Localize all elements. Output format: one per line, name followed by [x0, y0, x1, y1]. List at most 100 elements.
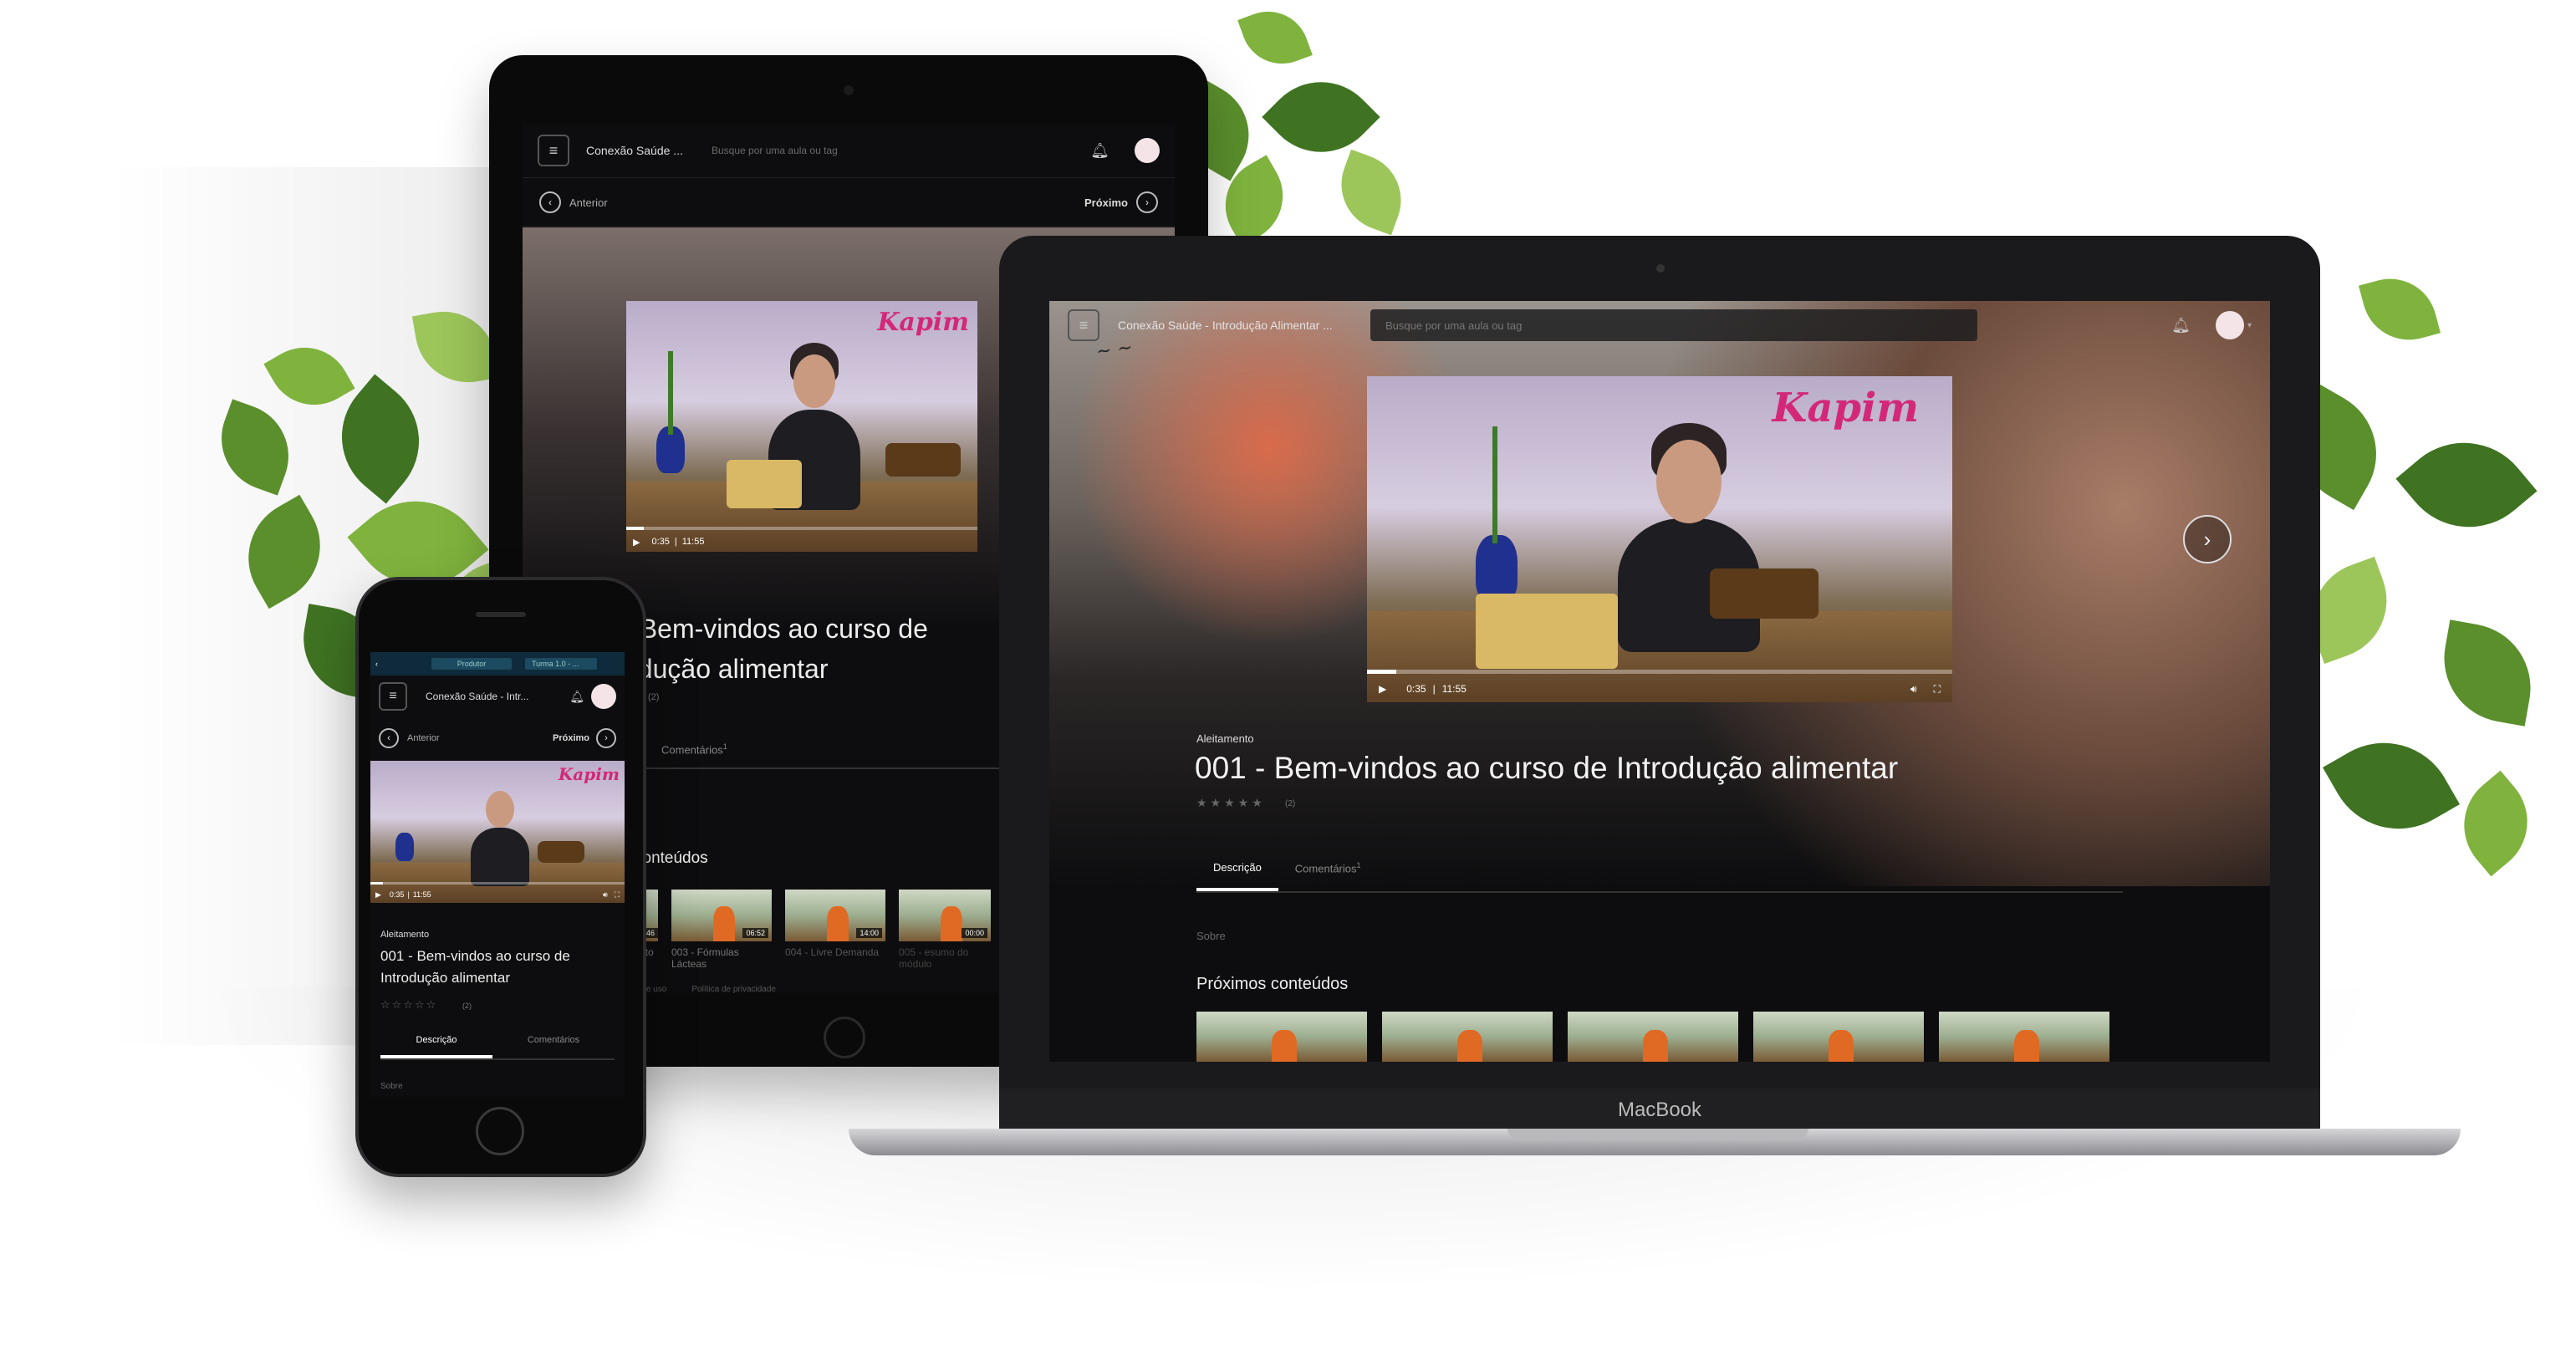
tablet-footer: o de uso Política de privacidade	[635, 985, 776, 993]
video-player[interactable]: Kapim ▶ 0:35 | 11:55 🔊︎ ⛶	[370, 761, 625, 903]
video-progress[interactable]	[370, 882, 625, 885]
about-label: Sobre	[1196, 930, 1226, 942]
fullscreen-icon[interactable]: ⛶	[615, 890, 620, 900]
laptop-brand-label: MacBook	[1617, 1099, 1702, 1121]
next-icon[interactable]: ›	[1136, 191, 1158, 213]
tab-comments-count: 1	[1356, 861, 1361, 869]
thumb-duration: 06:52	[742, 928, 768, 938]
next-thumb[interactable]	[1939, 1012, 2109, 1062]
tab-comments[interactable]: Comentários1	[661, 742, 727, 756]
play-icon[interactable]: ▶	[1379, 683, 1386, 695]
video-fruit-basket	[1710, 568, 1819, 619]
menu-icon: ≡	[1079, 316, 1089, 334]
app-title: Conexão Saúde - Intr...	[426, 691, 529, 702]
search-input[interactable]: Busque por uma aula ou tag	[712, 145, 1063, 156]
bell-icon[interactable]: 🔔︎	[1090, 142, 1109, 160]
next-thumb[interactable]	[1196, 1012, 1367, 1062]
video-progress[interactable]	[1367, 670, 1952, 674]
class-select[interactable]: Turma 1.0 - ...	[525, 658, 597, 670]
tablet-topbar: ≡ Conexão Saúde ... Busque por uma aula …	[523, 124, 1175, 178]
menu-button[interactable]: ≡	[1068, 309, 1099, 341]
phone-home-button[interactable]	[476, 1107, 524, 1155]
phone-producer-bar: ‹ Produtor Turma 1.0 - ...	[370, 652, 625, 676]
tablet-next-thumbs: 3:46 nto 06:52 003 - Fórmulas Lácteas 14…	[640, 890, 991, 970]
bell-icon[interactable]: 🔔︎	[569, 690, 584, 704]
next-thumb[interactable]	[1382, 1012, 1553, 1062]
video-current-time: 0:35	[389, 890, 405, 899]
video-duration: 11:55	[412, 890, 431, 899]
back-icon[interactable]: ‹	[375, 660, 378, 668]
producer-select[interactable]: Produtor	[431, 658, 512, 670]
phone-speaker	[476, 612, 526, 617]
thumb-title: 004 - Livre Demanda	[785, 946, 880, 958]
next-lesson-button[interactable]: ›	[2183, 515, 2232, 563]
video-progress[interactable]	[626, 527, 977, 530]
prev-label[interactable]: Anterior	[407, 733, 440, 743]
phone-topbar: ≡ Conexão Saúde - Intr... 🔔︎	[370, 676, 625, 717]
volume-icon[interactable]: 🔊︎	[1910, 683, 1917, 696]
video-fruit-basket	[885, 443, 961, 477]
privacy-link[interactable]: Política de privacidade	[691, 985, 776, 993]
video-player[interactable]: Kapim ▶ 0:35 | 11:55	[626, 301, 977, 552]
video-brand-text: Kapim	[1772, 385, 1919, 431]
menu-icon: ≡	[548, 141, 559, 159]
thumb-image: 06:52	[671, 890, 772, 941]
tab-comments[interactable]: Comentários	[492, 1030, 615, 1058]
avatar[interactable]	[1135, 138, 1160, 163]
video-fruit-basket	[538, 841, 584, 863]
prev-icon[interactable]: ‹	[539, 191, 561, 213]
avatar[interactable]	[2215, 311, 2244, 339]
next-thumb[interactable]	[1568, 1012, 1738, 1062]
video-plant	[668, 351, 673, 435]
lesson-title: 001 - Bem-vindos ao curso de Introdução …	[1195, 751, 1899, 785]
menu-button[interactable]: ≡	[538, 135, 569, 166]
thumb-image: 00:00	[899, 890, 991, 941]
tab-description[interactable]: Descrição	[1196, 853, 1278, 891]
next-thumb[interactable]	[1753, 1012, 1924, 1062]
video-duration: 11:55	[1441, 683, 1467, 695]
rating-stars[interactable]: ☆☆☆☆☆	[380, 998, 437, 1012]
prev-label[interactable]: Anterior	[569, 196, 608, 209]
play-icon[interactable]: ▶	[375, 890, 381, 900]
rating-count: (2)	[1285, 799, 1296, 808]
search-input[interactable]: Busque por uma aula ou tag	[1370, 309, 1977, 341]
tablet-thumb-4[interactable]: 00:00 005 - esumo do módulo	[899, 890, 991, 970]
menu-button[interactable]: ≡	[379, 682, 407, 711]
search-placeholder: Busque por uma aula ou tag	[1385, 319, 1523, 332]
rating-count: (2)	[462, 1002, 472, 1010]
lesson-title-line2: Introdução alimentar	[380, 970, 510, 986]
video-plant	[1492, 426, 1497, 543]
video-vase	[395, 833, 414, 861]
thumb-duration: 14:00	[856, 928, 882, 938]
next-icon[interactable]: ›	[596, 728, 616, 748]
video-player[interactable]: Kapim ▶ 0:35 | 11:55 🔊︎ ⛶	[1367, 376, 1952, 702]
video-brand-text: Kapim	[877, 308, 969, 337]
video-controls: ▶ 0:35 | 11:55	[633, 537, 705, 548]
fullscreen-icon[interactable]: ⛶	[1934, 683, 1941, 696]
lesson-title-line2: odução alimentar	[623, 654, 829, 684]
lesson-tabs: Descrição Comentários1	[1196, 853, 2123, 893]
play-icon[interactable]: ▶	[633, 537, 640, 548]
avatar[interactable]	[591, 684, 616, 709]
chevron-down-icon[interactable]: ▾	[2247, 321, 2252, 330]
video-laptop	[727, 460, 802, 508]
tab-comments[interactable]: Comentários1	[1278, 853, 1378, 891]
next-label[interactable]: Próximo	[553, 733, 589, 743]
app-title: Conexão Saúde ...	[586, 144, 683, 157]
lesson-title-line1: 001 - Bem-vindos ao curso de	[380, 948, 570, 964]
video-vase	[1476, 535, 1518, 602]
bell-icon[interactable]: 🔔︎	[2171, 317, 2191, 334]
prev-icon[interactable]: ‹	[379, 728, 399, 748]
thumb-duration: 00:00	[962, 928, 987, 938]
laptop-device: ≡ Conexão Saúde - Introdução Alimentar .…	[999, 236, 2320, 1132]
video-laptop	[1476, 594, 1618, 669]
rating-stars[interactable]: ★★★★★	[1196, 796, 1266, 810]
next-label[interactable]: Próximo	[1084, 196, 1128, 209]
tablet-camera	[844, 85, 854, 95]
tablet-home-button[interactable]	[824, 1017, 865, 1058]
tablet-thumb-2[interactable]: 06:52 003 - Fórmulas Lácteas	[671, 890, 772, 970]
tab-description[interactable]: Descrição	[380, 1030, 492, 1058]
tablet-thumb-3[interactable]: 14:00 004 - Livre Demanda	[785, 890, 885, 970]
phone-lesson-nav: ‹ Anterior Próximo ›	[370, 719, 625, 757]
volume-icon[interactable]: 🔊︎	[603, 890, 608, 900]
